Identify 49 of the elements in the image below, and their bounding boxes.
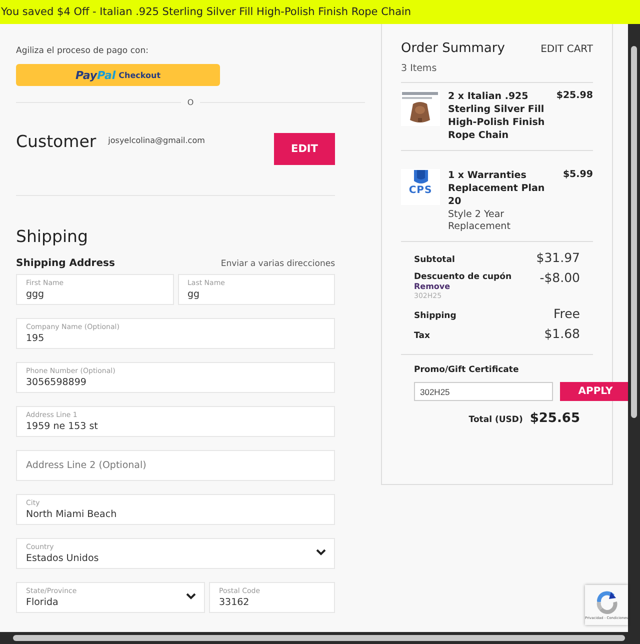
field-value: gg: [188, 288, 200, 300]
field-value: North Miami Beach: [26, 508, 117, 520]
remove-link[interactable]: Remove: [414, 282, 512, 292]
chevron-down-icon: [186, 593, 196, 600]
item-name: 1 x Warranties Replacement Plan 20: [448, 169, 546, 208]
section-title: Shipping: [16, 228, 89, 246]
field-value: Florida: [26, 596, 58, 608]
divider-text: O: [187, 98, 194, 107]
summary-title: Order Summary: [401, 41, 505, 56]
grand-total-label: Total (USD): [468, 415, 523, 425]
paypal-button[interactable]: PayPal Checkout: [16, 64, 220, 86]
apply-button[interactable]: APPLY: [560, 382, 628, 401]
subsection-title: Shipping Address: [16, 258, 115, 269]
item-option: Style 2 Year Replacement: [448, 209, 555, 233]
total-label: Tax: [414, 331, 430, 341]
warranty-logo: CPS: [401, 169, 440, 205]
section-title: Customer: [16, 133, 96, 151]
customer-email: josyelcolina@gmail.com: [108, 136, 206, 145]
field-value: ggg: [26, 288, 44, 300]
field-placeholder: Address Line 2 (Optional): [26, 460, 148, 471]
field-value: Estados Unidos: [26, 552, 99, 564]
total-label: Shipping: [414, 311, 456, 321]
edit-button[interactable]: EDIT: [274, 133, 335, 165]
item-price: $5.99: [562, 169, 593, 182]
grand-total-value: $25.65: [530, 411, 580, 426]
input-field[interactable]: Address Line 2 (Optional): [16, 450, 335, 481]
promo-label: Promo/Gift Certificate: [414, 365, 520, 375]
item-price: $25.98: [556, 90, 593, 103]
prompt-text: Agiliza el proceso de pago con:: [16, 46, 150, 56]
field-value: 195: [26, 332, 44, 344]
multi-address-link[interactable]: Enviar a varias direcciones: [220, 259, 335, 269]
field-value: 33162: [219, 596, 250, 608]
total-value: Free: [553, 306, 580, 321]
chevron-down-icon: [316, 549, 326, 556]
promo-banner: You saved $4 Off - Italian .925 Sterling Silver Fill High-Polish Finish Rope Chain: [0, 0, 640, 24]
promo-field[interactable]: 302H25: [414, 382, 553, 401]
edit-cart-link[interactable]: EDIT CART: [540, 44, 593, 55]
field-value: 1959 ne 153 st: [26, 420, 98, 432]
item-name: 2 x Italian .925 Sterling Silver Fill High-Polish Finish Rope Chain: [448, 90, 546, 142]
total-value: -$8.00: [540, 270, 580, 285]
total-value: $1.68: [544, 326, 580, 341]
total-label: Subtotal: [414, 255, 455, 265]
total-label: Descuento de cupón: [414, 272, 512, 282]
recaptcha-icon: [594, 590, 618, 614]
vertical-scrollbar[interactable]: [628, 24, 640, 632]
item-count: 3 Items: [401, 63, 438, 74]
field-value: 3056598899: [26, 376, 86, 388]
horizontal-scrollbar[interactable]: [0, 632, 640, 644]
total-value: $31.97: [536, 250, 580, 265]
